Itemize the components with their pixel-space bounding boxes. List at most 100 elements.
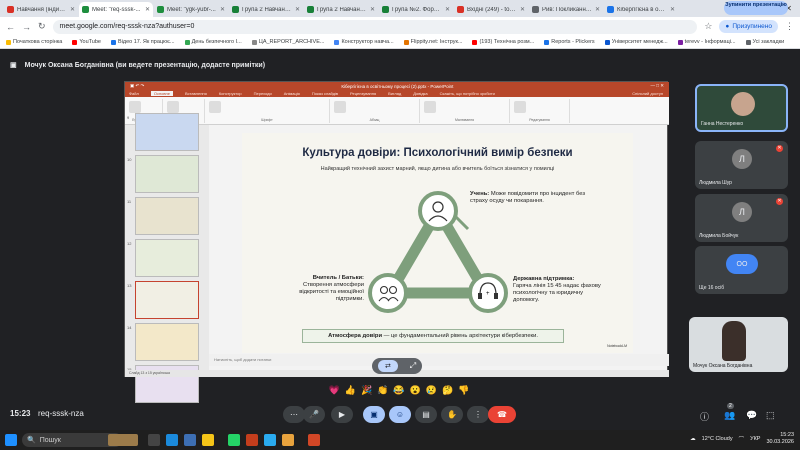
bookmark-item[interactable]: Reports - Plickers: [544, 39, 595, 45]
present-options-button[interactable]: ⇄: [377, 360, 398, 372]
participant-tile[interactable]: Ганна Нестеренко: [695, 84, 788, 132]
clock[interactable]: 15:23 30.03.2026: [766, 432, 794, 445]
powerpoint-icon[interactable]: [308, 434, 320, 446]
back-icon[interactable]: ←: [6, 22, 15, 32]
bookmark-item[interactable]: Університет менедж...: [604, 39, 668, 45]
slide-thumbnail[interactable]: [135, 239, 199, 277]
browser-tab[interactable]: Meet: "req-sssk-... ✕: [79, 2, 153, 17]
slide-thumbnail[interactable]: [135, 323, 199, 361]
bookmark-item[interactable]: День безпечного І...: [184, 39, 242, 45]
bookmark-item[interactable]: Конструктор навча...: [334, 39, 394, 45]
browser-tab[interactable]: Група №2. Форма д...✕: [379, 2, 453, 17]
notes-pane[interactable]: Натисніть, щоб додати нотатки: [209, 354, 669, 366]
ppt-menu-tab[interactable]: Показ слайдів: [312, 91, 338, 96]
tab-close-icon[interactable]: ✕: [295, 6, 300, 13]
ppt-menu-tab[interactable]: Переходи: [254, 91, 272, 96]
ppt-search[interactable]: Скажіть, що потрібно зробити: [440, 91, 495, 96]
people-icon[interactable]: 👥: [724, 410, 735, 421]
ppt-menu-tab[interactable]: Довідка: [413, 91, 427, 96]
present-button[interactable]: ▣: [363, 406, 385, 423]
heart-reaction[interactable]: 💗: [329, 385, 340, 396]
bookmark-item[interactable]: YouTube: [72, 39, 101, 45]
tab-close-icon[interactable]: ✕: [220, 6, 225, 13]
ppt-menu-tab[interactable]: Вставлення: [185, 91, 207, 96]
tab-close-icon[interactable]: ✕: [445, 6, 450, 13]
emoji-button[interactable]: ☺: [389, 406, 411, 423]
surprised-reaction[interactable]: 😮: [410, 385, 421, 396]
slide-thumbnail[interactable]: [135, 281, 199, 319]
telegram-icon[interactable]: [264, 434, 276, 446]
browser-tab[interactable]: Вхідні (249) - tokаp...✕: [454, 2, 528, 17]
thumbs-up-reaction[interactable]: 👍: [345, 385, 356, 396]
bookmark-item[interactable]: ЦА_REPORT_ARCHIVE...: [251, 39, 324, 45]
ribbon-group[interactable]: Абзац: [330, 99, 420, 123]
browser-tab[interactable]: Рив: Покликання на...✕: [529, 2, 603, 17]
participant-tile[interactable]: Л ✕ Людмила Шур: [695, 141, 788, 189]
party-reaction[interactable]: 🎉: [361, 385, 372, 396]
windows-start-icon[interactable]: [5, 434, 17, 446]
sad-reaction[interactable]: 😢: [426, 385, 437, 396]
camera-button[interactable]: ▶: [331, 406, 353, 423]
whatsapp-icon[interactable]: [228, 434, 240, 446]
stop-presenting-button[interactable]: Зупинити презентацію: [724, 1, 788, 15]
ribbon-group[interactable]: Редагування: [510, 99, 570, 123]
office-icon[interactable]: [246, 434, 258, 446]
bookmark-item[interactable]: terevv - Інформаці...: [677, 39, 736, 45]
ribbon-group[interactable]: Малювання: [420, 99, 510, 123]
participant-tile[interactable]: ОО Ще 16 осіб: [695, 246, 788, 294]
mic-button[interactable]: 🎤: [303, 406, 325, 423]
language-indicator[interactable]: УКР: [750, 436, 760, 442]
tab-close-icon[interactable]: ✕: [70, 6, 75, 13]
chat-icon[interactable]: 💬: [746, 410, 757, 421]
chrome-icon[interactable]: [282, 434, 294, 446]
participant-tile[interactable]: Мочук Оксана Богданівна: [689, 317, 788, 372]
raise-hand-button[interactable]: ✋: [441, 406, 463, 423]
expand-icon[interactable]: ⤢: [410, 361, 416, 371]
tab-close-icon[interactable]: ✕: [370, 6, 375, 13]
tab-close-icon[interactable]: ✕: [670, 6, 675, 13]
browser-tab[interactable]: Група 2 Навчання (...✕: [229, 2, 303, 17]
tab-close-icon[interactable]: ✕: [520, 6, 525, 13]
reload-icon[interactable]: ↻: [38, 21, 46, 32]
ppt-menu-tab[interactable]: Рецензування: [350, 91, 376, 96]
clap-reaction[interactable]: 👏: [377, 385, 388, 396]
url-field[interactable]: meet.google.com/req-sssk-nza?authuser=0: [52, 19, 698, 34]
ppt-menu-tab[interactable]: Вигляд: [388, 91, 401, 96]
browser-tab[interactable]: Група 2 Навчання (...✕: [304, 2, 378, 17]
browser-tab[interactable]: Кібергігієна в освіт...✕: [604, 2, 678, 17]
ppt-menu-tab[interactable]: Основне: [150, 91, 173, 96]
more-devices-button[interactable]: ⋯: [283, 406, 305, 423]
participant-tile[interactable]: Л ✕ Людмила Бойчук: [695, 194, 788, 242]
ribbon-group[interactable]: Шрифт: [205, 99, 330, 123]
thinking-reaction[interactable]: 🤔: [442, 385, 453, 396]
tab-close-icon[interactable]: ✕: [145, 6, 150, 13]
ppt-menu-tab[interactable]: Файл: [129, 91, 139, 96]
bookmark-item[interactable]: (193) Технічна розм...: [472, 39, 534, 45]
tab-close-icon[interactable]: ✕: [595, 6, 600, 13]
laugh-reaction[interactable]: 😂: [393, 385, 404, 396]
browser-tab[interactable]: Meet: "ygk-yubr-... ✕: [154, 2, 228, 17]
edge-icon[interactable]: [166, 434, 178, 446]
wifi-icon[interactable]: ⌒: [739, 435, 745, 443]
browser-tab[interactable]: Навчання (індивід... ✕: [4, 2, 78, 17]
star-icon[interactable]: ☆: [704, 21, 712, 32]
task-view-icon[interactable]: [148, 434, 160, 446]
file-explorer-icon[interactable]: [202, 434, 214, 446]
forward-icon[interactable]: →: [22, 22, 31, 32]
bookmark-item[interactable]: Flippity.net: Інструк...: [403, 39, 462, 45]
captions-button[interactable]: ▤: [415, 406, 437, 423]
slide-thumbnail[interactable]: [135, 155, 199, 193]
bookmark-item[interactable]: Відео 17. Як працює...: [110, 39, 175, 45]
more-options-button[interactable]: ⋮: [467, 406, 489, 423]
ppt-share-button[interactable]: Спільний доступ: [632, 91, 663, 96]
activities-icon[interactable]: ⬚: [766, 410, 775, 421]
copilot-icon[interactable]: [184, 434, 196, 446]
bookmark-item[interactable]: Початкова сторінка: [6, 39, 62, 45]
slide-thumbnail[interactable]: [135, 197, 199, 235]
taskbar-search[interactable]: 🔍 Пошук: [22, 433, 122, 447]
menu-icon[interactable]: ⋮: [785, 21, 794, 32]
ppt-menu-tab[interactable]: Анімація: [284, 91, 300, 96]
ppt-menu-tab[interactable]: Конструктор: [219, 91, 242, 96]
profile-button[interactable]: ● Призупинено: [719, 20, 778, 33]
info-icon[interactable]: ⓘ: [700, 410, 709, 423]
